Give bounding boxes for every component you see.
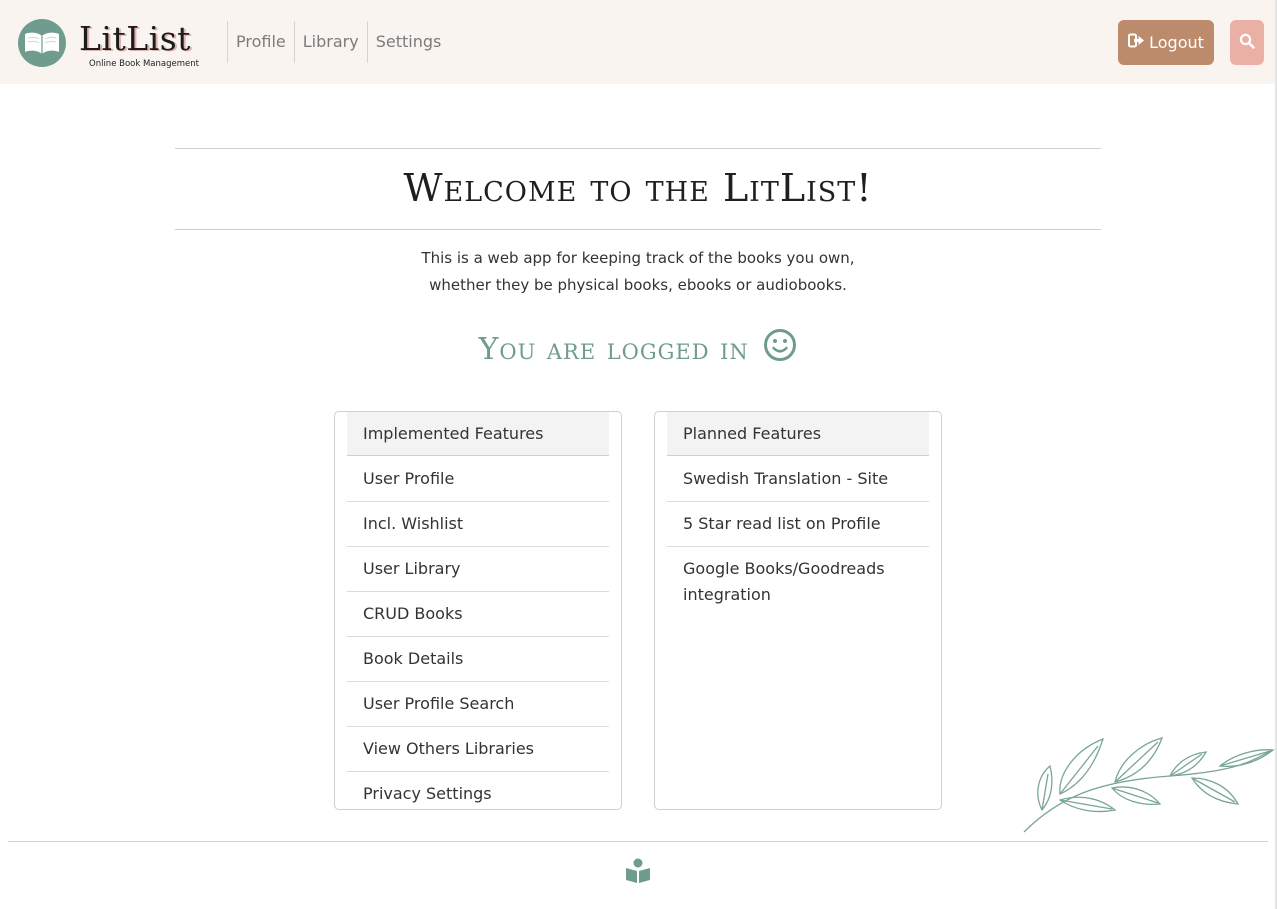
intro-line: whether they be physical books, ebooks o… bbox=[429, 276, 847, 294]
implemented-features-card: Implemented Features User Profile Incl. … bbox=[334, 411, 622, 810]
planned-features-card: Planned Features Swedish Translation - S… bbox=[654, 411, 942, 810]
page-title: Welcome to the LitList! bbox=[403, 166, 873, 210]
card-header: Implemented Features bbox=[347, 412, 609, 456]
sign-out-icon bbox=[1128, 33, 1145, 52]
list-item: View Others Libraries bbox=[347, 727, 609, 772]
list-item: Privacy Settings bbox=[363, 784, 492, 803]
planned-features-list: Swedish Translation - Site 5 Star read l… bbox=[667, 457, 929, 617]
logged-in-heading: You are logged in bbox=[175, 328, 1101, 372]
nav-link-settings[interactable]: Settings bbox=[366, 21, 450, 63]
search-icon bbox=[1239, 33, 1255, 53]
logged-in-text: You are logged in bbox=[478, 332, 749, 367]
nav-link-profile[interactable]: Profile bbox=[227, 21, 294, 63]
card-header: Planned Features bbox=[667, 412, 929, 456]
book-reader-icon bbox=[624, 857, 652, 889]
smiley-icon bbox=[759, 329, 797, 367]
leaf-branch-decoration bbox=[1020, 736, 1276, 840]
list-item: 5 Star read list on Profile bbox=[667, 502, 929, 547]
nav-links: Profile Library Settings bbox=[227, 21, 449, 63]
list-item: Google Books/Goodreads integration bbox=[683, 559, 885, 604]
brand-subtitle: Online Book Management bbox=[89, 59, 199, 69]
search-button[interactable] bbox=[1230, 20, 1264, 65]
nav-link-library[interactable]: Library bbox=[293, 21, 367, 63]
list-item: Incl. Wishlist bbox=[347, 502, 609, 547]
logout-button[interactable]: Logout bbox=[1118, 20, 1214, 65]
list-item: User Profile bbox=[347, 457, 609, 502]
divider-bottom bbox=[175, 229, 1101, 230]
logout-label: Logout bbox=[1149, 33, 1204, 52]
list-item: User Library bbox=[347, 547, 609, 592]
intro-text: This is a web app for keeping track of t… bbox=[300, 245, 976, 299]
implemented-features-list: User Profile Incl. Wishlist User Library… bbox=[347, 457, 609, 816]
intro-line: This is a web app for keeping track of t… bbox=[421, 249, 855, 267]
open-book-icon bbox=[18, 19, 66, 67]
list-item: Book Details bbox=[347, 637, 609, 682]
divider-top bbox=[175, 148, 1101, 149]
brand-logo-link[interactable]: LitList Online Book Management bbox=[18, 18, 218, 70]
list-item: CRUD Books bbox=[347, 592, 609, 637]
footer-divider bbox=[8, 841, 1268, 842]
list-item: User Profile Search bbox=[347, 682, 609, 727]
navbar: LitList Online Book Management Profile L… bbox=[0, 0, 1277, 84]
brand-title: LitList bbox=[79, 19, 191, 58]
list-item: Swedish Translation - Site bbox=[667, 457, 929, 502]
